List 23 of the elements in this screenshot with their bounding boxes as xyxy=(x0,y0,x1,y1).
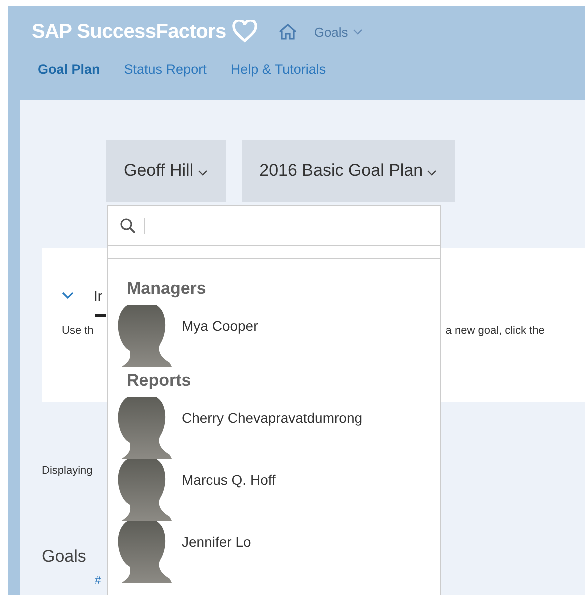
dash-mark xyxy=(95,314,106,317)
chevron-down-icon xyxy=(427,170,438,176)
selector-button[interactable]: Geoff Hill xyxy=(106,140,226,202)
home-icon[interactable] xyxy=(278,23,298,41)
group-heading: Reports xyxy=(127,371,192,392)
displaying-text: Displaying xyxy=(42,465,94,477)
person-item[interactable]: Jennifer Lo xyxy=(108,521,440,583)
person-item[interactable]: Cherry Chevapravatdumrong xyxy=(108,397,440,459)
column-header: # xyxy=(95,575,102,587)
selector-button[interactable]: 2016 Basic Goal Plan xyxy=(242,140,456,202)
card-title: Ir xyxy=(94,288,103,304)
chevron-down-icon xyxy=(198,170,208,176)
chevron-down-icon xyxy=(353,29,364,35)
description-text: a new goal, click the xyxy=(446,325,545,337)
description-text: Use th xyxy=(62,325,94,337)
chevron-down-icon[interactable] xyxy=(62,292,74,300)
search-icon xyxy=(120,218,136,234)
group-heading: Managers xyxy=(127,279,208,300)
text-cursor xyxy=(144,218,145,234)
person-item[interactable]: Marcus Q. Hoff xyxy=(108,459,440,521)
goals-heading: Goals xyxy=(42,547,88,567)
person-item[interactable]: Mya Cooper xyxy=(108,305,440,367)
heart-icon xyxy=(232,20,258,44)
